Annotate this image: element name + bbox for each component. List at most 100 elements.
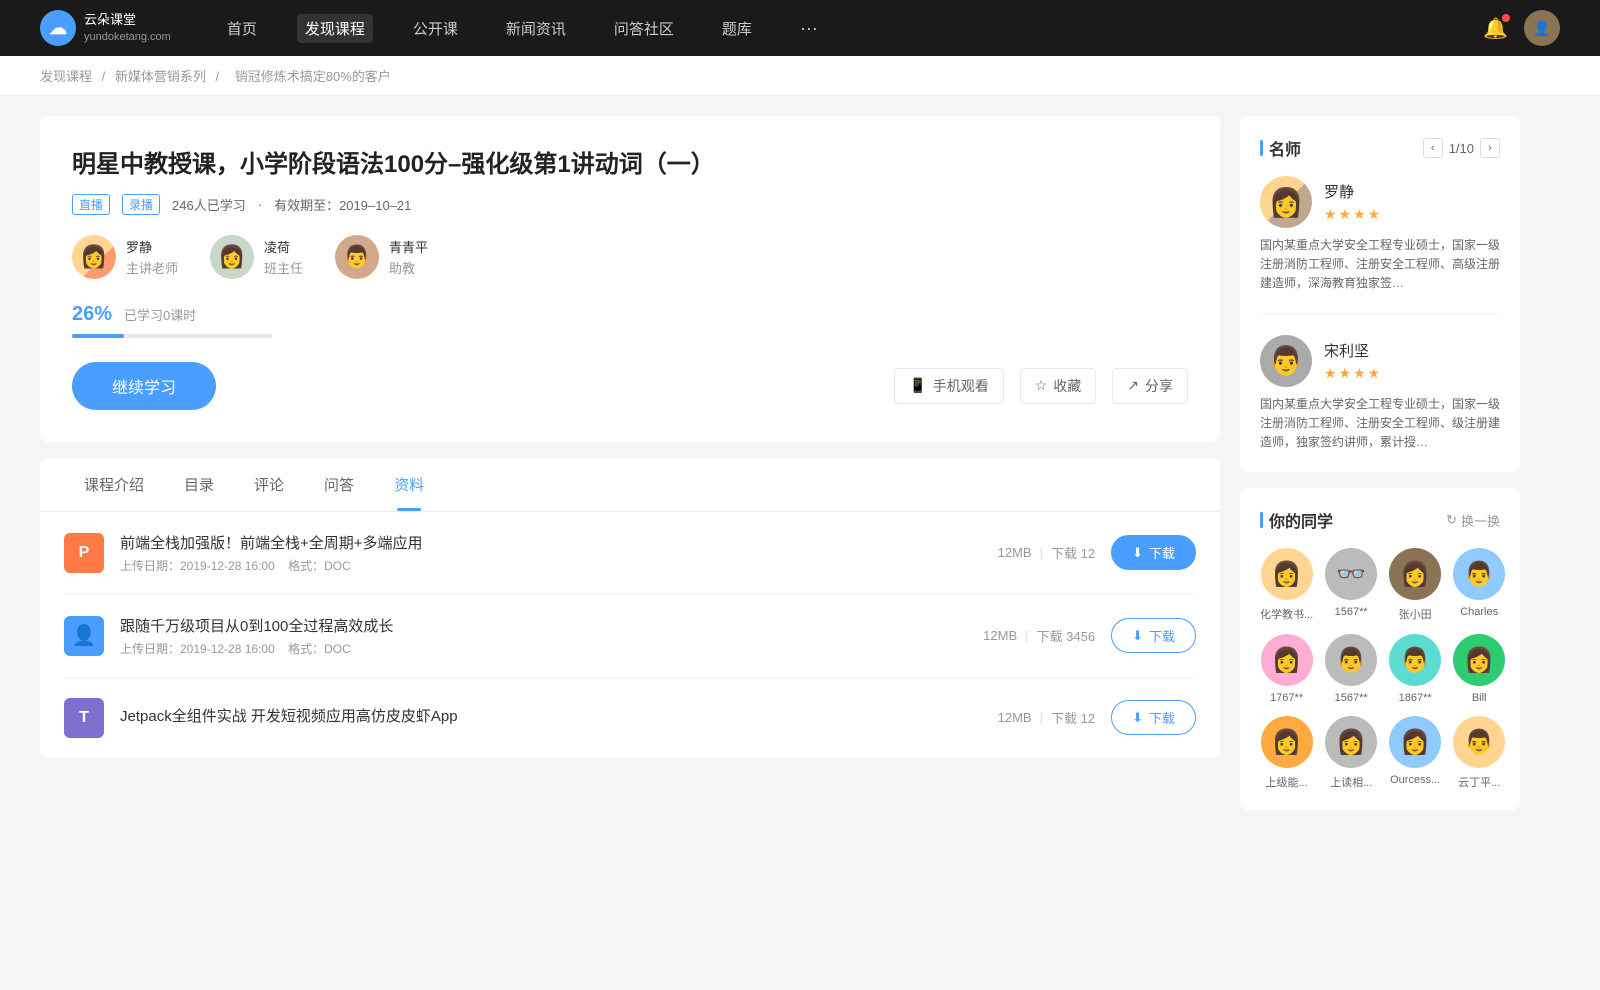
progress-pct: 26% [72, 303, 112, 326]
tab-catalog[interactable]: 目录 [164, 458, 234, 511]
page-indicator: 1/10 [1449, 141, 1474, 156]
nav-open[interactable]: 公开课 [405, 14, 466, 43]
sidebar-teacher-stars-0: ★★★★ [1324, 206, 1382, 223]
teachers-sidebar-card: 名师 ‹ 1/10 › 👩 罗静 ★★★★ 国内某重点大学安全工程专业硕士，国家… [1240, 116, 1520, 472]
share-button[interactable]: ↗ 分享 [1112, 368, 1188, 404]
resource-icon-2: T [64, 698, 104, 738]
sidebar-avatar-0: 👩 [1260, 176, 1312, 228]
resource-downloads-1: 下载 3456 [1037, 626, 1096, 645]
tabs-header: 课程介绍 目录 评论 问答 资料 [40, 458, 1220, 512]
teachers-sidebar-header: 名师 ‹ 1/10 › [1260, 136, 1500, 160]
breadcrumb-current: 销冠修炼术搞定80%的客户 [235, 69, 391, 84]
badge-live: 直播 [72, 194, 110, 215]
download-button-2[interactable]: ⬇ 下载 [1111, 700, 1196, 735]
teacher-role-1: 班主任 [264, 258, 303, 277]
download-button-0[interactable]: ⬇ 下载 [1111, 535, 1196, 570]
student-name-0: 化学教书... [1260, 606, 1313, 622]
tab-resources[interactable]: 资料 [374, 458, 444, 511]
progress-bar-bg [72, 334, 272, 338]
nav-news[interactable]: 新闻资讯 [498, 14, 574, 43]
resource-info-1: 跟随千万级项目从0到100全过程高效成长 上传日期：2019-12-28 16:… [120, 615, 967, 657]
student-item-1: 👓 1567** [1325, 548, 1377, 622]
resource-name-0: 前端全栈加强版！前端全栈+全周期+多端应用 [120, 532, 982, 553]
nav-home[interactable]: 首页 [219, 14, 265, 43]
student-item-10: 👩 Ourcess... [1389, 716, 1441, 790]
progress-label: 已学习0课时 [124, 305, 196, 324]
download-icon-1: ⬇ [1132, 628, 1143, 644]
nav-more[interactable]: ··· [792, 14, 826, 43]
student-avatar-1: 👓 [1325, 548, 1377, 600]
student-name-9: 上读相... [1330, 774, 1372, 790]
teacher-info-0: 罗静 主讲老师 [126, 237, 178, 277]
main-layout: 明星中教授课，小学阶段语法100分–强化级第1讲动词（一） 直播 录播 246人… [0, 96, 1560, 846]
breadcrumb-discover[interactable]: 发现课程 [40, 69, 92, 84]
student-item-5: 👨 1567** [1325, 634, 1377, 704]
user-avatar-nav[interactable]: 👤 [1524, 10, 1560, 46]
sidebar-teacher-top-0: 👩 罗静 ★★★★ [1260, 176, 1500, 228]
right-sidebar: 名师 ‹ 1/10 › 👩 罗静 ★★★★ 国内某重点大学安全工程专业硕士，国家… [1240, 116, 1520, 826]
student-item-11: 👨 云丁平... [1453, 716, 1505, 790]
student-name-6: 1867** [1399, 692, 1432, 704]
course-actions: 继续学习 📱 手机观看 ☆ 收藏 ↗ 分享 [72, 362, 1188, 410]
students-count: 246人已学习 [172, 195, 246, 214]
student-item-9: 👩 上读相... [1325, 716, 1377, 790]
student-avatar-5: 👨 [1325, 634, 1377, 686]
breadcrumb-series[interactable]: 新媒体营销系列 [115, 69, 206, 84]
prev-page-btn[interactable]: ‹ [1423, 138, 1443, 158]
resource-list: P 前端全栈加强版！前端全栈+全周期+多端应用 上传日期：2019-12-28 … [40, 512, 1220, 758]
breadcrumb: 发现课程 / 新媒体营销系列 / 销冠修炼术搞定80%的客户 [0, 56, 1600, 96]
continue-button[interactable]: 继续学习 [72, 362, 216, 410]
student-item-2: 👩 张小田 [1389, 548, 1441, 622]
student-name-4: 1767** [1270, 692, 1303, 704]
tab-intro[interactable]: 课程介绍 [64, 458, 164, 511]
sidebar-teacher-top-1: 👨 宋利坚 ★★★★ [1260, 335, 1500, 387]
course-meta: 直播 录播 246人已学习 · 有效期至：2019–10–21 [72, 194, 1188, 215]
student-avatar-7: 👩 [1453, 634, 1505, 686]
valid-until: 有效期至：2019–10–21 [274, 195, 411, 214]
teachers-list: 👩 罗静 主讲老师 👩 凌荷 班主任 👨 青青平 [72, 235, 1188, 279]
sidebar-teacher-0: 👩 罗静 ★★★★ 国内某重点大学安全工程专业硕士，国家一级注册消防工程师、注册… [1260, 176, 1500, 315]
course-title: 明星中教授课，小学阶段语法100分–强化级第1讲动词（一） [72, 148, 1188, 182]
tab-review[interactable]: 评论 [234, 458, 304, 511]
student-name-5: 1567** [1335, 692, 1368, 704]
resource-meta-1: 上传日期：2019-12-28 16:00 格式：DOC [120, 640, 967, 657]
navbar: ☁ 云朵课堂yundoketang.com 首页 发现课程 公开课 新闻资讯 问… [0, 0, 1600, 56]
student-item-0: 👩 化学教书... [1260, 548, 1313, 622]
sidebar-avatar-1: 👨 [1260, 335, 1312, 387]
sidebar-teacher-desc-0: 国内某重点大学安全工程专业硕士，国家一级注册消防工程师、注册安全工程师、高级注册… [1260, 236, 1500, 294]
teacher-name-2: 青青平 [389, 237, 428, 256]
student-avatar-8: 👩 [1261, 716, 1313, 768]
progress-bar-fill [72, 334, 124, 338]
favorite-button[interactable]: ☆ 收藏 [1020, 368, 1097, 404]
progress-section: 26% 已学习0课时 [72, 303, 1188, 338]
logo[interactable]: ☁ 云朵课堂yundoketang.com [40, 10, 171, 46]
teacher-name-1: 凌荷 [264, 237, 303, 256]
resource-stats-0: 12MB | 下载 12 [998, 543, 1095, 562]
student-item-8: 👩 上级能... [1260, 716, 1313, 790]
share-label: 分享 [1145, 376, 1173, 396]
notification-bell[interactable]: 🔔 [1483, 16, 1508, 41]
students-title: 你的同学 [1260, 508, 1333, 532]
student-item-6: 👨 1867** [1389, 634, 1441, 704]
resource-meta-0: 上传日期：2019-12-28 16:00 格式：DOC [120, 557, 982, 574]
download-button-1[interactable]: ⬇ 下载 [1111, 618, 1196, 653]
resource-stats-1: 12MB | 下载 3456 [983, 626, 1095, 645]
share-icon: ↗ [1127, 377, 1139, 394]
refresh-button[interactable]: ↻ 换一换 [1446, 511, 1500, 530]
nav-discover[interactable]: 发现课程 [297, 14, 373, 43]
download-icon-0: ⬇ [1132, 545, 1143, 561]
mobile-watch-button[interactable]: 📱 手机观看 [894, 368, 1003, 404]
tab-qa[interactable]: 问答 [304, 458, 374, 511]
refresh-icon: ↻ [1446, 512, 1457, 528]
nav-bank[interactable]: 题库 [714, 14, 760, 43]
student-name-2: 张小田 [1399, 606, 1432, 622]
resource-size-2: 12MB [998, 710, 1032, 725]
next-page-btn[interactable]: › [1480, 138, 1500, 158]
student-item-4: 👩 1767** [1260, 634, 1313, 704]
left-content: 明星中教授课，小学阶段语法100分–强化级第1讲动词（一） 直播 录播 246人… [40, 116, 1220, 826]
mobile-icon: 📱 [909, 377, 926, 394]
resource-size-0: 12MB [998, 545, 1032, 560]
teacher-info-2: 青青平 助教 [389, 237, 428, 277]
nav-qa[interactable]: 问答社区 [606, 14, 682, 43]
student-avatar-11: 👨 [1453, 716, 1505, 768]
